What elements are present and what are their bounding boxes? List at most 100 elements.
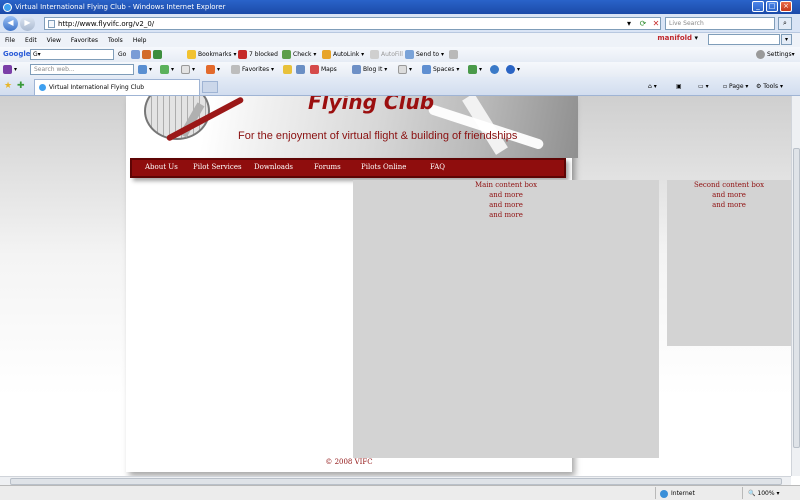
google-search-input[interactable]: G▾: [30, 49, 114, 60]
side-box-line: and more: [712, 201, 746, 209]
nav-pilots-online[interactable]: Pilots Online: [361, 163, 406, 171]
tools-menu[interactable]: ⚙ Tools ▾: [756, 81, 783, 92]
menu-bar: File Edit View Favorites Tools Help mani…: [0, 33, 800, 47]
mail-button[interactable]: ▾: [181, 64, 195, 75]
toolbar-icons-group[interactable]: [131, 49, 164, 60]
horizontal-scroll-thumb[interactable]: [10, 478, 782, 485]
tab-page-icon: [39, 84, 46, 91]
close-button[interactable]: ×: [780, 1, 792, 12]
envelope-button[interactable]: ▾: [398, 64, 412, 75]
tools-label: Tools: [763, 83, 779, 90]
maximize-button[interactable]: □: [766, 1, 778, 12]
globe-icon: [660, 489, 668, 498]
web-search-input[interactable]: Search web...: [30, 64, 134, 75]
people-button[interactable]: ▾: [468, 64, 482, 75]
google-go-button[interactable]: Go: [118, 49, 126, 60]
yahoo-icon: [3, 65, 12, 74]
yahoo-toolbar: ▾ Search web... ▾ ▾ ▾ ▾ Favorites ▾ Maps…: [0, 62, 800, 77]
status-divider: [655, 487, 656, 499]
spaces-button[interactable]: Spaces ▾: [422, 64, 459, 75]
gear-icon: [756, 50, 765, 59]
menu-view[interactable]: View: [47, 37, 61, 44]
bookmarks-button[interactable]: Bookmarks ▾: [187, 49, 236, 60]
pencil-button[interactable]: [283, 64, 294, 75]
google-logo: Google: [3, 50, 31, 58]
nav-about-us[interactable]: About Us: [145, 163, 178, 171]
menu-edit[interactable]: Edit: [25, 37, 37, 44]
site-title: Flying Club: [308, 96, 435, 114]
ie-logo-icon: [3, 2, 12, 12]
nav-forums[interactable]: Forums: [314, 163, 341, 171]
nav-faq[interactable]: FAQ: [430, 163, 445, 171]
security-zone[interactable]: Internet: [660, 488, 695, 499]
web-icon: [153, 50, 162, 59]
pen-icon[interactable]: [449, 49, 460, 60]
checkbox-button[interactable]: [296, 64, 307, 75]
network-icon: [490, 65, 499, 74]
add-button[interactable]: ▾: [160, 64, 174, 75]
autofill-button[interactable]: AutoFill: [370, 49, 403, 60]
help-button[interactable]: ▾: [506, 64, 520, 75]
search-icon[interactable]: ⌕: [778, 17, 792, 30]
minimize-button[interactable]: _: [752, 1, 764, 12]
spaces-icon: [422, 65, 431, 74]
send-icon: [405, 50, 414, 59]
address-input[interactable]: http://www.flyvifc.org/v2_0/: [44, 17, 661, 30]
autolink-button[interactable]: AutoLink ▾: [322, 49, 364, 60]
check-label: Check: [293, 51, 312, 58]
menu-tools[interactable]: Tools: [108, 37, 123, 44]
add-favorite-icon[interactable]: ✚: [17, 81, 25, 91]
star-icon: [187, 50, 196, 59]
feeds-button[interactable]: ▣: [676, 81, 682, 92]
page-viewport: Flying Club For the enjoyment of virtual…: [0, 96, 791, 476]
vertical-scroll-thumb[interactable]: [793, 148, 800, 448]
manifold-go-button[interactable]: ▾: [781, 34, 792, 45]
blog-it-label: Blog It: [363, 66, 383, 73]
menu-favorites[interactable]: Favorites: [71, 37, 98, 44]
favorites-label: Favorites: [242, 66, 270, 73]
dropdown-icon[interactable]: ▾: [624, 18, 634, 29]
tab-active[interactable]: Virtual International Flying Club: [34, 79, 200, 95]
menu-file[interactable]: File: [5, 37, 15, 44]
stop-icon[interactable]: ✕: [651, 18, 661, 29]
vertical-scrollbar[interactable]: [791, 96, 800, 476]
favorites-button[interactable]: Favorites ▾: [231, 64, 274, 75]
page-menu[interactable]: ▫ Page ▾: [723, 81, 748, 92]
side-box-line: and more: [712, 191, 746, 199]
home-button[interactable]: ⌂ ▾: [648, 81, 657, 92]
heart-icon: [206, 65, 215, 74]
people-icon: [468, 65, 477, 74]
yahoo-menu-button[interactable]: ▾: [3, 64, 17, 75]
web-search-button[interactable]: ▾: [138, 64, 152, 75]
manifold-logo[interactable]: manifold ▾: [657, 34, 698, 42]
checkbox-icon: [296, 65, 305, 74]
popup-blocker-button[interactable]: 7 blocked: [238, 49, 278, 60]
nav-pilot-services[interactable]: Pilot Services: [193, 163, 242, 171]
messenger-button[interactable]: ▾: [206, 64, 220, 75]
new-tab-button[interactable]: [202, 81, 218, 93]
main-box-line: and more: [489, 211, 523, 219]
favorites-center-icon[interactable]: ★: [4, 81, 12, 91]
autolink-icon: [322, 50, 331, 59]
menu-help[interactable]: Help: [133, 37, 147, 44]
print-button[interactable]: ▭ ▾: [698, 81, 709, 92]
refresh-icon[interactable]: ⟳: [638, 18, 648, 29]
back-button[interactable]: ◀: [3, 16, 18, 31]
settings-button[interactable]: Settings▾: [756, 49, 795, 60]
maps-icon: [310, 65, 319, 74]
network-button[interactable]: [490, 64, 501, 75]
manifold-search-input[interactable]: [708, 34, 780, 45]
send-to-button[interactable]: Send to ▾: [405, 49, 444, 60]
address-url: http://www.flyvifc.org/v2_0/: [58, 20, 155, 28]
live-search-input[interactable]: Live Search: [665, 17, 775, 30]
horizontal-scrollbar[interactable]: [0, 476, 791, 485]
site-nav: About Us Pilot Services Downloads Forums…: [130, 158, 566, 178]
blog-it-button[interactable]: Blog It ▾: [352, 64, 387, 75]
nav-downloads[interactable]: Downloads: [254, 163, 293, 171]
status-divider: [742, 487, 743, 499]
maps-button[interactable]: Maps: [310, 64, 337, 75]
spellcheck-button[interactable]: Check ▾: [282, 49, 316, 60]
tab-title: Virtual International Flying Club: [49, 84, 145, 91]
zoom-control[interactable]: 🔍 100% ▾: [748, 488, 779, 499]
forward-button[interactable]: ▶: [20, 16, 35, 31]
